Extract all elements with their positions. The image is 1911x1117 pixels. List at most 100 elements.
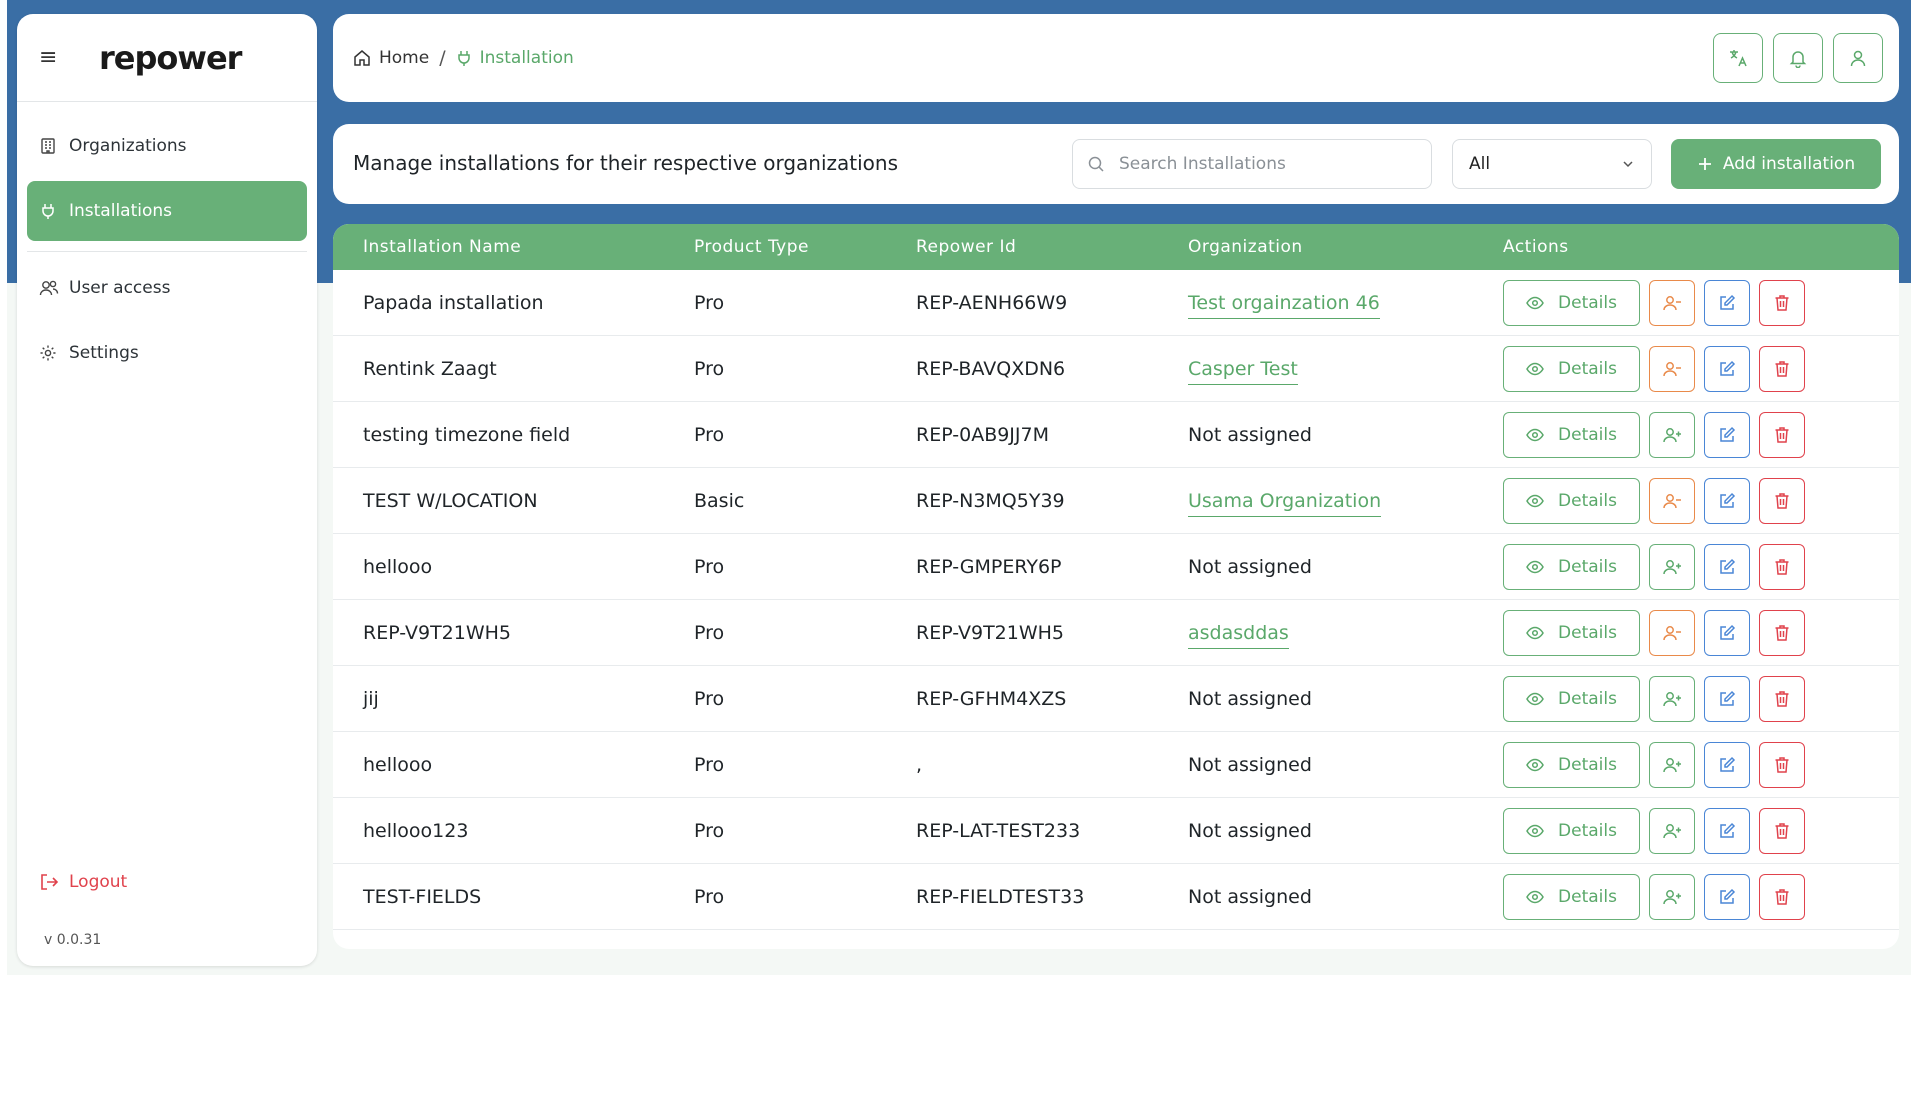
organization-cell: Not assigned [1188,688,1312,710]
organization-link[interactable]: Casper Test [1188,357,1298,385]
sidebar-item-settings[interactable]: Settings [27,323,307,383]
user-minus-icon [1662,492,1682,510]
eye-icon [1526,692,1544,706]
organization-cell: asdasddas [1188,621,1289,649]
repower-id: , [916,753,923,776]
details-button[interactable]: Details [1503,477,1640,524]
edit-button[interactable] [1704,807,1750,854]
table-row: REP-V9T21WH5 Pro REP-V9T21WH5 asdasddas … [333,600,1899,666]
breadcrumb-home-label: Home [379,48,430,68]
user-plus-icon [1662,558,1682,576]
gear-icon [39,344,69,362]
sidebar-item-installations[interactable]: Installations [27,181,307,241]
organization-link[interactable]: Usama Organization [1188,489,1382,517]
trash-icon [1774,756,1790,774]
trash-icon [1774,492,1790,510]
edit-icon [1718,492,1736,510]
organization-link[interactable]: asdasddas [1188,621,1289,649]
delete-button[interactable] [1759,345,1805,392]
assign-button[interactable] [1649,741,1695,788]
add-installation-label: Add installation [1722,154,1856,174]
edit-button[interactable] [1704,543,1750,590]
delete-button[interactable] [1759,807,1805,854]
translate-button[interactable] [1713,33,1763,83]
delete-button[interactable] [1759,477,1805,524]
edit-button[interactable] [1704,741,1750,788]
installations-table: Installation Name Product Type Repower I… [333,224,1899,949]
user-plus-icon [1662,690,1682,708]
notifications-button[interactable] [1773,33,1823,83]
details-button[interactable]: Details [1503,675,1640,722]
details-label: Details [1558,292,1617,313]
delete-button[interactable] [1759,411,1805,458]
repower-id: REP-FIELDTEST33 [916,885,1085,908]
assign-button[interactable] [1649,543,1695,590]
column-header-repower-id[interactable]: Repower Id [916,237,1016,257]
product-type: Pro [694,885,725,908]
filter-select[interactable]: All [1452,139,1652,189]
edit-button[interactable] [1704,675,1750,722]
search-input[interactable] [1119,154,1409,174]
sidebar-item-user-access[interactable]: User access [27,258,307,318]
repower-id: REP-0AB9JJ7M [916,423,1049,446]
organization-cell: Casper Test [1188,357,1298,385]
delete-button[interactable] [1759,279,1805,326]
details-button[interactable]: Details [1503,807,1640,854]
organization-unassigned: Not assigned [1188,687,1312,710]
profile-button[interactable] [1833,33,1883,83]
unassign-button[interactable] [1649,279,1695,326]
delete-button[interactable] [1759,675,1805,722]
column-header-type[interactable]: Product Type [694,237,809,257]
unassign-button[interactable] [1649,345,1695,392]
edit-button[interactable] [1704,411,1750,458]
unassign-button[interactable] [1649,477,1695,524]
add-installation-button[interactable]: Add installation [1671,139,1881,189]
row-actions: Details [1503,279,1805,326]
edit-button[interactable] [1704,873,1750,920]
edit-icon [1718,888,1736,906]
translate-icon [1728,48,1748,68]
details-button[interactable]: Details [1503,741,1640,788]
product-type: Pro [694,819,725,842]
unassign-button[interactable] [1649,609,1695,656]
organization-cell: Not assigned [1188,886,1312,908]
sidebar-item-label: User access [69,278,171,298]
details-button[interactable]: Details [1503,279,1640,326]
breadcrumb-current: Installation [456,48,574,68]
delete-button[interactable] [1759,741,1805,788]
breadcrumb-separator: / [439,47,446,69]
details-button[interactable]: Details [1503,609,1640,656]
edit-button[interactable] [1704,609,1750,656]
eye-icon [1526,890,1544,904]
organization-cell: Not assigned [1188,754,1312,776]
delete-button[interactable] [1759,609,1805,656]
edit-button[interactable] [1704,279,1750,326]
edit-button[interactable] [1704,477,1750,524]
hamburger-menu-icon[interactable]: ≡ [39,45,69,70]
eye-icon [1526,626,1544,640]
details-button[interactable]: Details [1503,345,1640,392]
assign-button[interactable] [1649,873,1695,920]
column-header-name[interactable]: Installation Name [363,237,521,257]
details-button[interactable]: Details [1503,411,1640,458]
table-row: hellooo123 Pro REP-LAT-TEST233 Not assig… [333,798,1899,864]
assign-button[interactable] [1649,675,1695,722]
organization-cell: Not assigned [1188,556,1312,578]
organization-link[interactable]: Test orgainzation 46 [1188,291,1380,319]
details-button[interactable]: Details [1503,543,1640,590]
edit-icon [1718,624,1736,642]
logout-button[interactable]: Logout [39,872,127,892]
breadcrumb-current-label: Installation [479,48,574,68]
user-minus-icon [1662,624,1682,642]
details-button[interactable]: Details [1503,873,1640,920]
delete-button[interactable] [1759,543,1805,590]
edit-button[interactable] [1704,345,1750,392]
sidebar-item-organizations[interactable]: Organizations [27,116,307,176]
table-row: Rentink Zaagt Pro REP-BAVQXDN6 Casper Te… [333,336,1899,402]
breadcrumb-home[interactable]: Home [353,48,429,68]
assign-button[interactable] [1649,411,1695,458]
row-actions: Details [1503,741,1805,788]
column-header-organization[interactable]: Organization [1188,237,1303,257]
assign-button[interactable] [1649,807,1695,854]
delete-button[interactable] [1759,873,1805,920]
